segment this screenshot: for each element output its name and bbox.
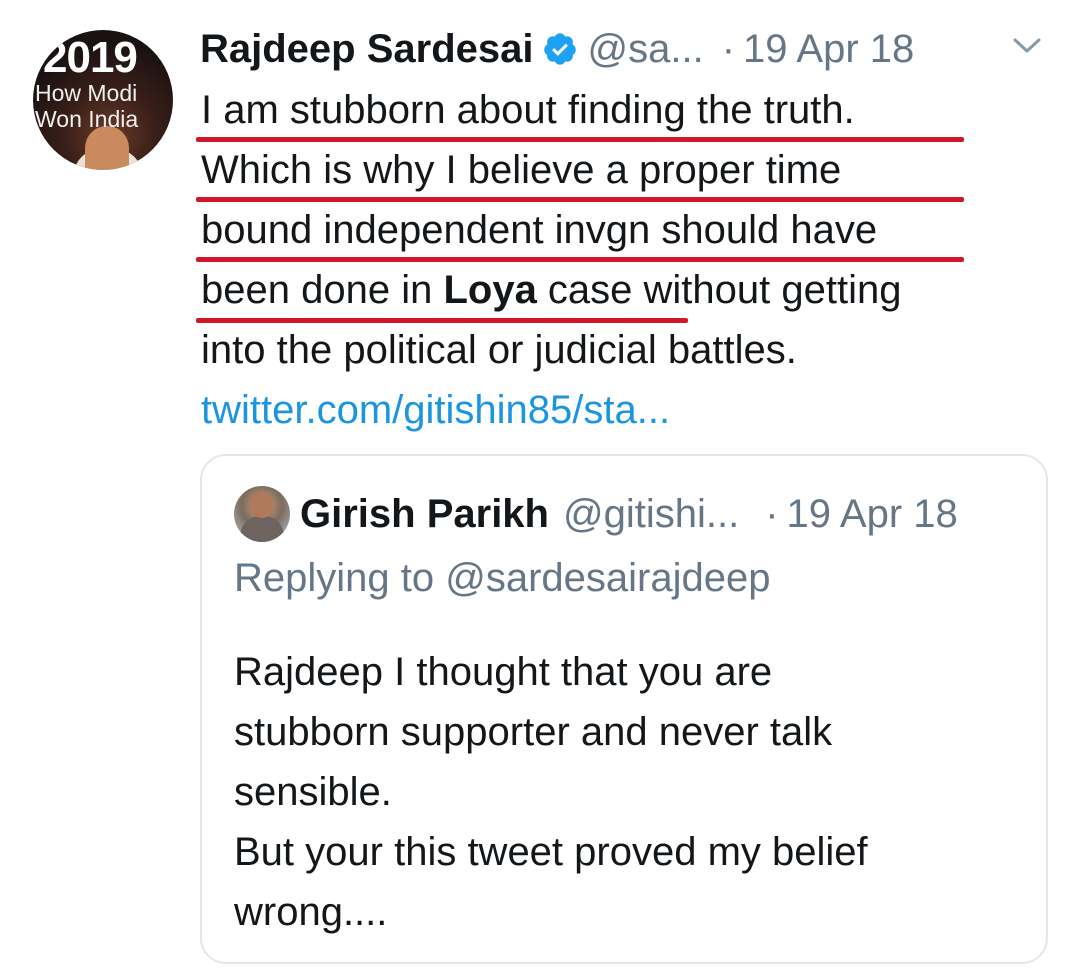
tweet-link[interactable]: twitter.com/gitishin85/sta... [201, 380, 1061, 440]
avatar-caption-line2: Won India [35, 106, 139, 132]
red-underline-annotation [196, 318, 688, 323]
quoted-avatar-head [250, 492, 274, 518]
quoted-header-separator: · [765, 491, 779, 536]
verified-badge-icon [543, 33, 576, 65]
avatar-caption-line1: How Modi [35, 80, 138, 106]
tweet-text-line: I am stubborn about finding the truth. [201, 88, 855, 132]
tweet[interactable]: 2019 How Modi Won India Rajdeep Sardesai… [0, 0, 1080, 980]
avatar-year-text: 2019 [43, 33, 138, 82]
quoted-avatar-figure [240, 516, 284, 542]
author-avatar[interactable]: 2019 How Modi Won India [33, 30, 173, 170]
quoted-tweet-text: Rajdeep I thought that you are stubborn … [234, 642, 1034, 942]
quoted-tweet-header: Girish Parikh @gitishi... · 19 Apr 18 [300, 486, 958, 542]
tweet-text-line: been done in Loya case without getting [201, 260, 1061, 320]
quoted-text-line: wrong.... [234, 890, 388, 934]
header-separator: · [721, 26, 736, 71]
tweet-date[interactable]: 19 Apr 18 [743, 27, 914, 72]
avatar-figure [85, 126, 129, 170]
tweet-text-line: bound independent invgn should have [201, 208, 878, 252]
quoted-text-line: But your this tweet proved my belief [234, 830, 868, 874]
tweet-text-line: into the political or judicial battles. [201, 328, 797, 372]
quoted-text-line: sensible. [234, 770, 392, 814]
quoted-author-avatar[interactable] [234, 486, 290, 542]
replying-to-label: Replying to @sardesairajdeep [234, 556, 771, 600]
red-underline-annotation [196, 137, 964, 142]
quoted-text-line: stubborn supporter and never talk [234, 710, 833, 754]
tweet-text-segment: case without getting [536, 268, 902, 312]
quoted-text-line: Rajdeep I thought that you are [234, 650, 773, 694]
tweet-header: Rajdeep Sardesai @sa... · 19 Apr 18 [200, 24, 914, 74]
quoted-tweet-card[interactable]: Girish Parikh @gitishi... · 19 Apr 18 Re… [200, 454, 1048, 964]
red-underline-annotation [196, 257, 964, 262]
hashtag-bold-loya: Loya [443, 268, 537, 312]
tweet-text-line: Which is why I believe a proper time [201, 148, 842, 192]
chevron-down-icon[interactable] [1012, 36, 1042, 56]
red-underline-annotation [196, 197, 964, 202]
author-handle[interactable]: @sa... [588, 27, 704, 72]
tweet-text-segment: been done in [201, 268, 444, 312]
quoted-author-display-name[interactable]: Girish Parikh [300, 492, 549, 537]
quoted-tweet-date[interactable]: 19 Apr 18 [787, 492, 958, 537]
author-display-name[interactable]: Rajdeep Sardesai [200, 27, 534, 72]
quoted-author-handle[interactable]: @gitishi... [563, 492, 739, 537]
